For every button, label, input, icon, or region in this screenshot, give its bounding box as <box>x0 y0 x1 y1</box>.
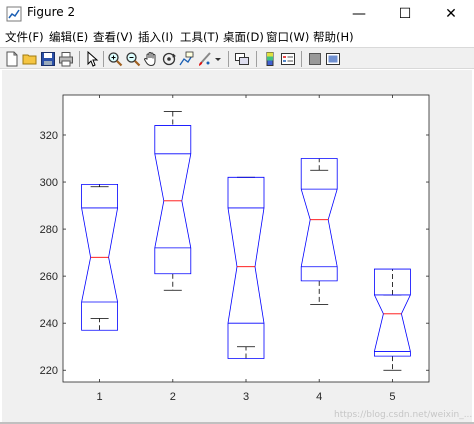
y-tick-label: 260 <box>40 271 58 283</box>
colorbar-icon[interactable] <box>262 51 278 67</box>
show-plot-tools-icon[interactable] <box>325 51 341 67</box>
link-plot-icon[interactable] <box>234 51 250 67</box>
menu-edit[interactable]: 编辑(E) <box>49 29 88 45</box>
zoom-in-icon[interactable] <box>107 51 123 67</box>
toolbar-separator <box>256 51 257 67</box>
toolbar-separator <box>103 51 104 67</box>
close-button[interactable]: ✕ <box>428 0 474 27</box>
new-figure-icon[interactable] <box>4 51 20 67</box>
matlab-figure-icon <box>6 6 22 22</box>
x-tick-label: 2 <box>170 391 176 403</box>
x-tick-label: 5 <box>389 391 395 403</box>
y-tick-label: 240 <box>40 318 58 330</box>
menu-file[interactable]: 文件(F) <box>5 29 44 45</box>
legend-icon[interactable] <box>280 51 296 67</box>
toolbar-separator <box>301 51 302 67</box>
toolbar-separator <box>228 51 229 67</box>
data-cursor-icon[interactable] <box>179 51 195 67</box>
maximize-button[interactable]: ☐ <box>382 0 428 27</box>
toolbar-separator <box>79 51 80 67</box>
y-tick-label: 320 <box>40 130 58 142</box>
menu-tools[interactable]: 工具(T) <box>180 29 219 45</box>
y-tick-label: 220 <box>40 365 58 377</box>
open-file-icon[interactable] <box>22 51 38 67</box>
zoom-out-icon[interactable] <box>125 51 141 67</box>
minimize-button[interactable]: — <box>336 0 382 27</box>
figure-toolbar <box>0 47 474 69</box>
menu-view[interactable]: 查看(V) <box>93 29 133 45</box>
select-arrow-icon[interactable] <box>84 51 100 67</box>
print-icon[interactable] <box>58 51 74 67</box>
menu-help[interactable]: 帮助(H) <box>313 29 354 45</box>
axes-area <box>63 95 429 382</box>
menu-insert[interactable]: 插入(I) <box>138 29 173 45</box>
y-tick-label: 280 <box>40 224 58 236</box>
menu-bar: 文件(F) 编辑(E) 查看(V) 插入(I) 工具(T) 桌面(D) 窗口(W… <box>0 27 474 47</box>
save-icon[interactable] <box>40 51 56 67</box>
brush-dropdown-icon[interactable] <box>214 51 222 67</box>
x-tick-label: 4 <box>316 391 322 403</box>
menu-window[interactable]: 窗口(W) <box>266 29 309 45</box>
title-bar[interactable]: Figure 2 — ☐ ✕ <box>0 0 474 27</box>
menu-desktop[interactable]: 桌面(D) <box>223 29 264 45</box>
x-tick-label: 3 <box>243 391 249 403</box>
y-tick-label: 300 <box>40 177 58 189</box>
pan-icon[interactable] <box>143 51 159 67</box>
figure-window: Figure 2 — ☐ ✕ 文件(F) 编辑(E) 查看(V) 插入(I) 工… <box>0 0 474 424</box>
rotate-3d-icon[interactable] <box>161 51 177 67</box>
figure-canvas: 1 2 3 4 5 220 240 260 280 300 320 https://blog.csd… <box>2 70 472 422</box>
boxplot-chart[interactable]: 1 2 3 4 5 220 240 260 280 300 320 https://blog.csd… <box>2 70 472 422</box>
brush-icon[interactable] <box>197 51 213 67</box>
x-tick-label: 1 <box>97 391 103 403</box>
watermark-text: https://blog.csdn.net/weixin_... <box>334 410 472 420</box>
window-title: Figure 2 <box>27 5 76 19</box>
hide-plot-tools-icon[interactable] <box>307 51 323 67</box>
